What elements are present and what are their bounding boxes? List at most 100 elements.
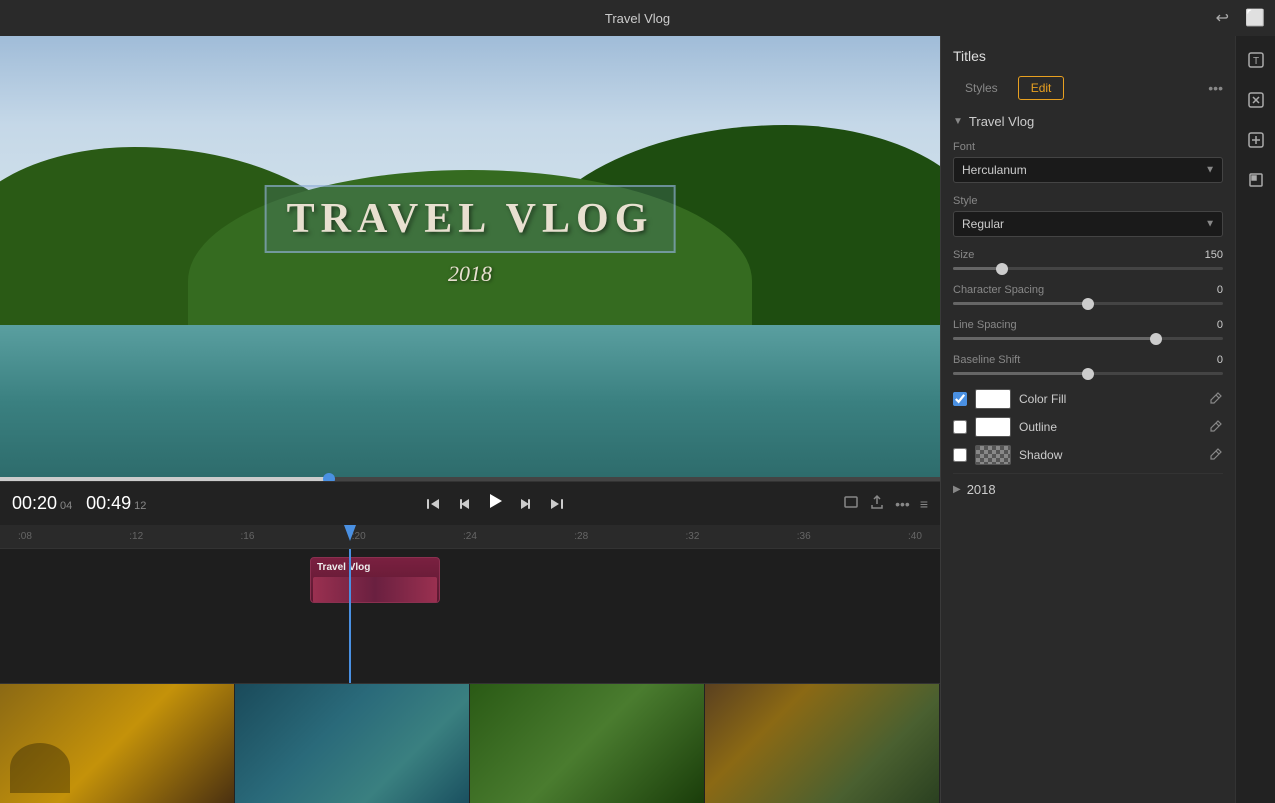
color-fill-eyedropper-icon[interactable] — [1209, 391, 1223, 408]
outline-swatch[interactable] — [975, 417, 1011, 437]
top-bar: Travel Vlog ↩ ⬜ — [0, 0, 1275, 36]
skip-forward-button[interactable] — [545, 492, 569, 516]
section-chevron-down-icon: ▼ — [953, 116, 963, 127]
step-forward-button[interactable] — [513, 492, 537, 516]
baseline-shift-slider-row: Baseline Shift 0 — [953, 354, 1223, 366]
color-fill-row: Color Fill — [953, 389, 1223, 409]
line-spacing-thumb — [1150, 333, 1162, 345]
video-preview: TRAVEL VLOG 2018 — [0, 36, 940, 481]
ruler-mark: :28 — [574, 531, 588, 542]
shadow-label: Shadow — [1019, 448, 1201, 462]
tab-edit[interactable]: Edit — [1018, 76, 1065, 100]
titles-panel-scroll: Titles Styles Edit ••• ▼ Travel Vlog Fon… — [941, 36, 1235, 803]
section-2018-header[interactable]: ▶ 2018 — [953, 473, 1223, 505]
main-content: TRAVEL VLOG 2018 00:20 04 00:49 12 — [0, 36, 1275, 803]
section-2018-label: 2018 — [967, 482, 996, 497]
video-title-text: TRAVEL VLOG — [265, 185, 676, 253]
section-travel-vlog-label: Travel Vlog — [969, 114, 1034, 129]
char-spacing-slider[interactable] — [953, 302, 1223, 305]
ruler-mark: :40 — [908, 531, 922, 542]
ruler-mark: :12 — [129, 531, 143, 542]
outline-label: Outline — [1019, 420, 1201, 434]
panel-title: Titles — [953, 48, 986, 64]
color-fill-label: Color Fill — [1019, 392, 1201, 406]
time-current: 00:20 — [12, 493, 57, 514]
line-spacing-slider-row: Line Spacing 0 — [953, 319, 1223, 331]
style-field-group: Style Regular ▼ — [953, 195, 1223, 237]
video-water — [0, 325, 940, 481]
size-value: 150 — [1193, 249, 1223, 261]
char-spacing-thumb — [1082, 298, 1094, 310]
font-select[interactable]: Herculanum — [953, 157, 1223, 183]
size-slider-row: Size 150 — [953, 249, 1223, 261]
film-thumb-3 — [470, 684, 705, 803]
char-spacing-slider-row: Character Spacing 0 — [953, 284, 1223, 296]
timeline-clip[interactable]: Travel Vlog — [310, 557, 440, 603]
outline-row: Outline — [953, 417, 1223, 437]
style-select-wrapper: Regular ▼ — [953, 211, 1223, 237]
top-bar-icons: ↩ ⬜ — [1216, 8, 1265, 28]
sidebar-icon-titles[interactable]: T — [1240, 44, 1272, 76]
baseline-shift-fill — [953, 372, 1088, 375]
color-fill-checkbox[interactable] — [953, 392, 967, 406]
undo-icon[interactable]: ↩ — [1216, 8, 1229, 28]
title-overlay: TRAVEL VLOG 2018 — [265, 185, 676, 287]
more-options-icon[interactable]: ••• — [895, 496, 910, 512]
right-sidebar: T — [1235, 36, 1275, 803]
tab-styles[interactable]: Styles — [953, 77, 1010, 99]
video-scrubber[interactable] — [0, 477, 940, 481]
playback-controls — [158, 491, 831, 517]
video-year-text: 2018 — [265, 261, 676, 287]
timeline-tracks: Travel Vlog — [0, 549, 940, 683]
font-select-wrapper: Herculanum ▼ — [953, 157, 1223, 183]
size-field-group: Size 150 — [953, 249, 1223, 270]
ruler-mark: :36 — [797, 531, 811, 542]
shadow-eyedropper-icon[interactable] — [1209, 447, 1223, 464]
sidebar-icon-transform[interactable] — [1240, 164, 1272, 196]
more-menu-icon[interactable]: ••• — [1208, 80, 1223, 96]
ruler-mark: :32 — [686, 531, 700, 542]
line-spacing-fill — [953, 337, 1156, 340]
ruler-mark: :20 — [352, 531, 366, 542]
sidebar-icon-add[interactable] — [1240, 124, 1272, 156]
titles-editor-panel: Titles Styles Edit ••• ▼ Travel Vlog Fon… — [940, 36, 1235, 803]
skip-back-button[interactable] — [421, 492, 445, 516]
settings-icon[interactable]: ≡ — [920, 496, 928, 512]
style-select[interactable]: Regular — [953, 211, 1223, 237]
time-display: 00:20 04 00:49 12 — [12, 493, 146, 514]
ruler-mark: :16 — [241, 531, 255, 542]
ruler-marks: :08 :12 :16 :20 :24 :28 :32 :36 :40 — [8, 531, 932, 542]
outline-checkbox[interactable] — [953, 420, 967, 434]
time-current-frame: 04 — [60, 500, 72, 512]
line-spacing-slider[interactable] — [953, 337, 1223, 340]
film-thumb-2 — [235, 684, 470, 803]
left-panel: TRAVEL VLOG 2018 00:20 04 00:49 12 — [0, 36, 940, 803]
svg-text:T: T — [1252, 56, 1258, 67]
outline-eyedropper-icon[interactable] — [1209, 419, 1223, 436]
time-total-frame: 12 — [134, 500, 146, 512]
shadow-swatch[interactable] — [975, 445, 1011, 465]
baseline-shift-label: Baseline Shift — [953, 354, 1185, 366]
step-back-button[interactable] — [453, 492, 477, 516]
timeline: :08 :12 :16 :20 :24 :28 :32 :36 :40 — [0, 525, 940, 803]
size-slider[interactable] — [953, 267, 1223, 270]
font-field-group: Font Herculanum ▼ — [953, 141, 1223, 183]
ruler-mark: :08 — [18, 531, 32, 542]
play-button[interactable] — [485, 491, 505, 517]
baseline-shift-slider[interactable] — [953, 372, 1223, 375]
font-label: Font — [953, 141, 1223, 153]
timeline-ruler: :08 :12 :16 :20 :24 :28 :32 :36 :40 — [0, 525, 940, 549]
sidebar-icon-close[interactable] — [1240, 84, 1272, 116]
export-icon[interactable] — [869, 494, 885, 513]
chat-icon[interactable]: ⬜ — [1245, 8, 1265, 28]
line-spacing-field-group: Line Spacing 0 — [953, 319, 1223, 340]
ruler-mark: :24 — [463, 531, 477, 542]
style-label: Style — [953, 195, 1223, 207]
clip-label: Travel Vlog — [311, 558, 439, 577]
char-spacing-field-group: Character Spacing 0 — [953, 284, 1223, 305]
color-fill-swatch[interactable] — [975, 389, 1011, 409]
aspect-ratio-icon[interactable] — [843, 494, 859, 513]
size-slider-fill — [953, 267, 1002, 270]
shadow-checkbox[interactable] — [953, 448, 967, 462]
travel-vlog-section-header[interactable]: ▼ Travel Vlog — [953, 114, 1223, 129]
